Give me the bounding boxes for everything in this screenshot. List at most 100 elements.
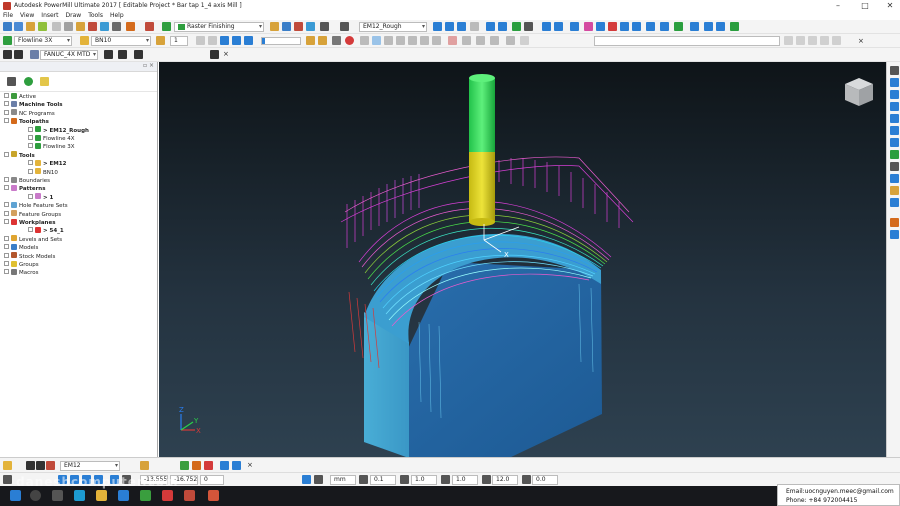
expand-toggle-icon[interactable]	[28, 160, 33, 166]
expand-toggle-icon[interactable]	[28, 143, 33, 149]
tree-item[interactable]: NC Programs	[4, 109, 55, 118]
tool-axis-icon[interactable]	[340, 22, 349, 31]
toolpath-normals-icon[interactable]	[498, 22, 507, 31]
lightbulb-icon[interactable]	[156, 36, 165, 45]
index-select[interactable]: 1	[170, 36, 188, 46]
tree-item[interactable]: Tools	[4, 151, 35, 160]
view-stock-icon[interactable]	[890, 174, 899, 183]
close-button[interactable]: ✕	[878, 0, 900, 11]
tree-item[interactable]: Toolpaths	[4, 117, 49, 126]
transform-icon[interactable]	[320, 22, 329, 31]
resolution-icon[interactable]	[432, 36, 441, 45]
stepover-field[interactable]: 1.0	[411, 475, 437, 485]
active-tool-select[interactable]: EM12 ▾	[60, 461, 120, 471]
viewport-scene[interactable]: X Z X Y	[159, 62, 886, 458]
sim-options-icon[interactable]	[462, 36, 471, 45]
menu-draw[interactable]: Draw	[66, 12, 82, 19]
tree-item[interactable]: Workplanes	[4, 218, 55, 227]
sim-export-icon[interactable]	[506, 36, 515, 45]
graphics-viewport[interactable]: X Z X Y	[159, 62, 886, 458]
shade-icon[interactable]	[384, 36, 393, 45]
first-icon[interactable]	[196, 36, 205, 45]
view-iso-icon[interactable]	[890, 114, 899, 123]
view-rotate-icon[interactable]	[584, 22, 593, 31]
view-measure-icon[interactable]	[890, 218, 899, 227]
machine-list-icon[interactable]	[14, 50, 23, 59]
next-icon[interactable]	[232, 36, 241, 45]
explorer-pin[interactable]: ▫ ×	[143, 62, 154, 69]
edge-icon[interactable]	[118, 490, 129, 501]
expand-toggle-icon[interactable]	[4, 219, 9, 224]
toolpath-arrows-icon[interactable]	[486, 22, 495, 31]
menu-insert[interactable]: Insert	[41, 12, 58, 19]
expand-toggle-icon[interactable]	[28, 193, 33, 199]
tree-item[interactable]: Flowline 3X	[28, 142, 75, 151]
explorer-tree-icon[interactable]	[7, 77, 16, 86]
accept-icon[interactable]	[820, 36, 829, 45]
tree-item[interactable]: Flowline 4X	[28, 134, 75, 143]
expand-toggle-icon[interactable]	[4, 118, 9, 124]
color-icon[interactable]	[408, 36, 417, 45]
tree-item[interactable]: > 54_1	[28, 226, 64, 235]
view-section-icon[interactable]	[716, 22, 725, 31]
view-model-icon[interactable]	[690, 22, 699, 31]
back-icon[interactable]	[796, 36, 805, 45]
view-stock-icon[interactable]	[674, 22, 683, 31]
tool-icon[interactable]	[64, 22, 73, 31]
tool-select-2[interactable]: BN10 ▾	[91, 36, 151, 46]
stop-icon[interactable]	[345, 36, 354, 45]
file-explorer-icon[interactable]	[96, 490, 107, 501]
view-fit-icon[interactable]	[890, 138, 899, 147]
toolpath-delete-icon[interactable]	[524, 22, 533, 31]
tool-ball-icon[interactable]	[36, 461, 45, 470]
expand-toggle-icon[interactable]	[4, 151, 9, 157]
view-light-icon[interactable]	[704, 22, 713, 31]
tree-item[interactable]: Boundaries	[4, 176, 50, 185]
simulation-slider[interactable]	[261, 37, 301, 45]
tree-item[interactable]: Levels and Sets	[4, 235, 62, 244]
expand-toggle-icon[interactable]	[4, 185, 9, 191]
machine-grid-icon[interactable]	[3, 50, 12, 59]
units-field[interactable]: mm	[330, 475, 356, 485]
last-icon[interactable]	[244, 36, 253, 45]
sim-table-icon[interactable]	[490, 36, 499, 45]
toolpath-connect-icon[interactable]	[445, 22, 454, 31]
expand-toggle-icon[interactable]	[4, 244, 9, 250]
tool-select[interactable]: EM12_Rough ▾	[359, 22, 427, 32]
menu-view[interactable]: View	[20, 12, 34, 19]
start-point-icon[interactable]	[88, 22, 97, 31]
toolpath-shade-icon[interactable]	[433, 22, 442, 31]
mode-icon[interactable]	[420, 36, 429, 45]
rapid-move-icon[interactable]	[38, 22, 47, 31]
search-icon[interactable]	[30, 490, 41, 501]
tool-add-icon[interactable]	[180, 461, 189, 470]
minimize-button[interactable]: –	[826, 0, 850, 11]
sim-view-icon[interactable]	[476, 36, 485, 45]
view-top-icon[interactable]	[890, 78, 899, 87]
view-pan-icon[interactable]	[596, 22, 605, 31]
view-fit-icon[interactable]	[620, 22, 629, 31]
strategy-icon[interactable]	[162, 22, 171, 31]
pattern-icon[interactable]	[112, 22, 121, 31]
chrome-icon[interactable]	[140, 490, 151, 501]
expand-toggle-icon[interactable]	[28, 126, 33, 132]
close-icon[interactable]: ×	[247, 461, 253, 469]
app-icon[interactable]	[162, 490, 173, 501]
tree-item[interactable]: Models	[4, 243, 38, 252]
help-icon[interactable]	[730, 22, 739, 31]
verify-icon[interactable]	[306, 22, 315, 31]
skype-icon[interactable]	[74, 490, 85, 501]
close-icon[interactable]: ×	[223, 50, 229, 58]
tool-icon[interactable]	[3, 461, 12, 470]
view-zoom-icon[interactable]	[608, 22, 617, 31]
toolpath-select[interactable]: Flowline 3X ▾	[14, 36, 72, 46]
machine-move-icon[interactable]	[104, 50, 113, 59]
expand-toggle-icon[interactable]	[4, 177, 9, 182]
tolerance-field[interactable]: 0.1	[370, 475, 396, 485]
explorer-folder-icon[interactable]	[40, 77, 49, 86]
toolpath-edit-icon[interactable]	[512, 22, 521, 31]
powerpoint-icon[interactable]	[184, 490, 195, 501]
tree-item[interactable]: BN10	[28, 168, 58, 177]
tool-shape-icon[interactable]	[46, 461, 55, 470]
leads-links-icon[interactable]	[76, 22, 85, 31]
